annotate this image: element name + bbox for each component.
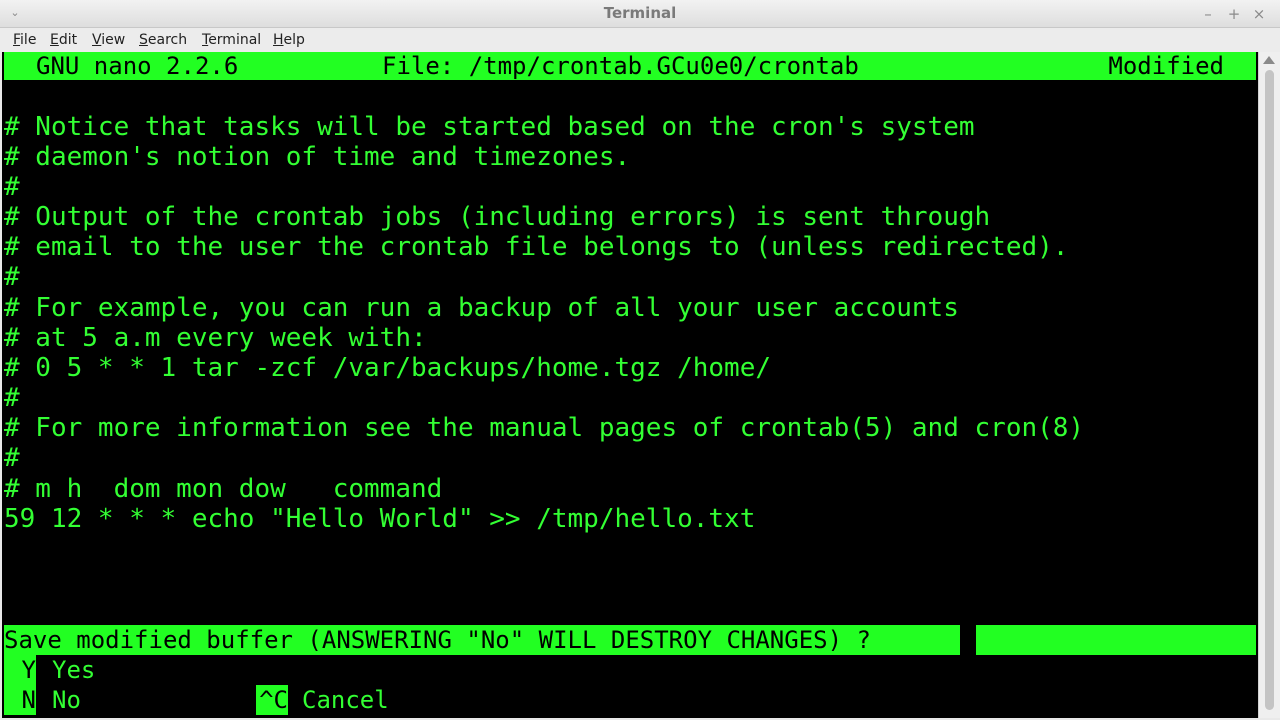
editor-line[interactable]: # <box>4 383 20 413</box>
menu-bar: File Edit View Search Terminal Help <box>0 28 1280 52</box>
editor-line[interactable]: # <box>4 172 20 202</box>
prompt-cursor <box>960 625 976 655</box>
menu-view-label: iew <box>101 32 126 48</box>
close-icon[interactable]: × <box>1249 4 1269 24</box>
terminal-screen[interactable]: GNU nano 2.2.6 File: /tmp/crontab.GCu0e0… <box>2 52 1258 718</box>
scroll-up-arrow-icon[interactable] <box>1263 56 1275 64</box>
menu-terminal[interactable]: Terminal <box>202 31 261 49</box>
menu-file-mnemonic: F <box>13 32 21 48</box>
menu-edit[interactable]: Edit <box>50 31 77 49</box>
save-prompt-bar: Save modified buffer (ANSWERING "No" WIL… <box>4 625 1256 655</box>
menu-search[interactable]: Search <box>139 31 187 49</box>
window-titlebar: ⌄ Terminal – + × <box>0 0 1280 28</box>
menu-edit-mnemonic: E <box>50 32 59 48</box>
editor-line[interactable]: # daemon's notion of time and timezones. <box>4 142 630 172</box>
menu-file-label: ile <box>20 32 37 48</box>
shortcut-key-yes[interactable]: Y <box>4 655 36 685</box>
editor-line[interactable]: # For more information see the manual pa… <box>4 413 1084 443</box>
menu-view-mnemonic: V <box>92 32 102 48</box>
editor-line[interactable]: # 0 5 * * 1 tar -zcf /var/backups/home.t… <box>4 353 771 383</box>
editor-line[interactable]: # email to the user the crontab file bel… <box>4 232 1068 262</box>
shortcut-label-cancel[interactable]: Cancel <box>302 685 389 715</box>
menu-help-mnemonic: H <box>273 32 284 48</box>
editor-line[interactable]: # at 5 a.m every week with: <box>4 323 427 353</box>
maximize-icon[interactable]: + <box>1224 4 1244 24</box>
scrollbar-thumb[interactable] <box>1265 70 1274 710</box>
shortcut-row-2: N No ^C Cancel <box>4 685 1256 715</box>
shortcut-label-yes[interactable]: Yes <box>52 655 95 685</box>
shortcut-row-1: Y Yes <box>4 655 1256 685</box>
nano-modified-status: Modified <box>1108 52 1224 80</box>
save-prompt-text: Save modified buffer (ANSWERING "No" WIL… <box>4 626 871 654</box>
editor-line[interactable]: # Notice that tasks will be started base… <box>4 112 975 142</box>
editor-line[interactable]: # For example, you can run a backup of a… <box>4 293 959 323</box>
menu-help[interactable]: Help <box>273 31 305 49</box>
editor-line[interactable]: # <box>4 262 20 292</box>
menu-view[interactable]: View <box>92 31 125 49</box>
shortcut-key-no[interactable]: N <box>4 685 36 715</box>
editor-line[interactable]: # Output of the crontab jobs (including … <box>4 202 990 232</box>
editor-line[interactable]: # <box>4 443 20 473</box>
nano-title-bar: GNU nano 2.2.6 File: /tmp/crontab.GCu0e0… <box>4 52 1256 80</box>
menu-terminal-label: erminal <box>208 32 262 48</box>
shortcut-key-cancel[interactable]: ^C <box>256 685 288 715</box>
nano-version: GNU nano 2.2.6 <box>36 52 239 80</box>
menu-file[interactable]: File <box>13 31 36 49</box>
minimize-icon[interactable]: – <box>1198 4 1218 24</box>
menu-search-label: earch <box>147 32 188 48</box>
shortcut-label-no[interactable]: No <box>52 685 81 715</box>
menu-help-label: elp <box>283 32 305 48</box>
nano-filename: File: /tmp/crontab.GCu0e0/crontab <box>382 52 859 80</box>
menu-edit-label: dit <box>58 32 78 48</box>
editor-line[interactable]: # m h dom mon dow command <box>4 474 442 504</box>
editor-line[interactable]: 59 12 * * * echo "Hello World" >> /tmp/h… <box>4 504 755 534</box>
vertical-scrollbar[interactable] <box>1258 52 1280 718</box>
window-title: Terminal <box>603 4 677 22</box>
menu-search-mnemonic: S <box>139 32 148 48</box>
